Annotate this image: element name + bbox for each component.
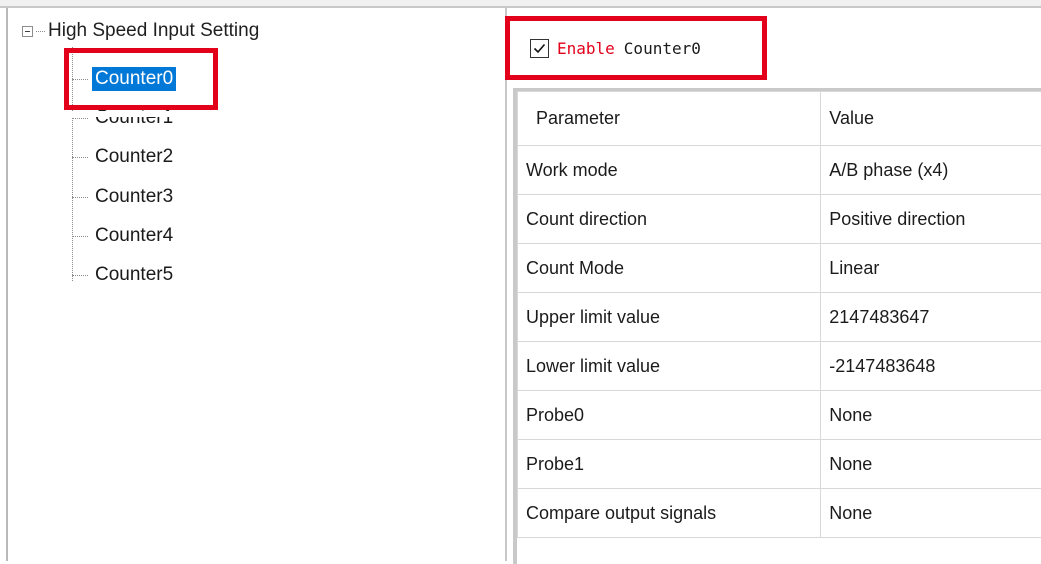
parameter-cell: Upper limit value bbox=[518, 293, 821, 342]
value-cell[interactable]: -2147483648 bbox=[821, 342, 1041, 391]
table-row[interactable]: Probe1 None bbox=[518, 440, 1041, 489]
tree-item-counter2[interactable]: Counter2 bbox=[72, 142, 176, 172]
table-row[interactable]: Compare output signals None bbox=[518, 489, 1041, 538]
parameter-grid: Parameter Value Work mode A/B phase (x4)… bbox=[513, 88, 1041, 564]
value-cell[interactable]: Linear bbox=[821, 244, 1041, 293]
table-row[interactable]: Work mode A/B phase (x4) bbox=[518, 146, 1041, 195]
table-header-row: Parameter Value bbox=[518, 92, 1041, 146]
tree-item-counter4[interactable]: Counter4 bbox=[72, 221, 176, 251]
tree-item-counter5[interactable]: Counter5 bbox=[72, 260, 176, 290]
tree-connector bbox=[72, 118, 88, 119]
parameter-cell: Count Mode bbox=[518, 244, 821, 293]
tree-item-label: Counter2 bbox=[92, 145, 176, 169]
tree-item-label: Counter5 bbox=[92, 263, 176, 287]
value-cell[interactable]: 2147483647 bbox=[821, 293, 1041, 342]
tree-connector bbox=[72, 275, 88, 276]
highlight-box-enable bbox=[505, 16, 767, 80]
table-row[interactable]: Lower limit value -2147483648 bbox=[518, 342, 1041, 391]
table-row[interactable]: Count Mode Linear bbox=[518, 244, 1041, 293]
highlight-overlap bbox=[72, 111, 212, 117]
column-header-value: Value bbox=[821, 92, 1041, 146]
tree-item-counter3[interactable]: Counter3 bbox=[72, 182, 176, 212]
value-cell[interactable]: None bbox=[821, 440, 1041, 489]
tree-connector bbox=[72, 197, 88, 198]
parameter-cell: Probe1 bbox=[518, 440, 821, 489]
parameter-cell: Compare output signals bbox=[518, 489, 821, 538]
parameter-cell: Probe0 bbox=[518, 391, 821, 440]
tree-root-node[interactable]: High Speed Input Setting bbox=[22, 18, 259, 44]
table-row[interactable]: Count direction Positive direction bbox=[518, 195, 1041, 244]
table-row[interactable]: Probe0 None bbox=[518, 391, 1041, 440]
value-cell[interactable]: Positive direction bbox=[821, 195, 1041, 244]
value-cell[interactable]: A/B phase (x4) bbox=[821, 146, 1041, 195]
column-header-parameter: Parameter bbox=[518, 92, 821, 146]
value-cell[interactable]: None bbox=[821, 391, 1041, 440]
tree-connector bbox=[72, 236, 88, 237]
parameter-cell: Work mode bbox=[518, 146, 821, 195]
parameter-cell: Count direction bbox=[518, 195, 821, 244]
highlight-box-tree bbox=[64, 48, 218, 110]
table-row[interactable]: Upper limit value 2147483647 bbox=[518, 293, 1041, 342]
tree-connector bbox=[36, 31, 45, 32]
tree-root-label: High Speed Input Setting bbox=[48, 20, 259, 42]
collapse-icon[interactable] bbox=[22, 26, 33, 37]
parameter-table: Parameter Value Work mode A/B phase (x4)… bbox=[517, 91, 1041, 538]
tree-item-label: Counter3 bbox=[92, 185, 176, 209]
value-cell[interactable]: None bbox=[821, 489, 1041, 538]
tree-connector bbox=[72, 157, 88, 158]
parameter-cell: Lower limit value bbox=[518, 342, 821, 391]
tree-item-label: Counter4 bbox=[92, 224, 176, 248]
window-top-edge bbox=[0, 0, 1041, 8]
